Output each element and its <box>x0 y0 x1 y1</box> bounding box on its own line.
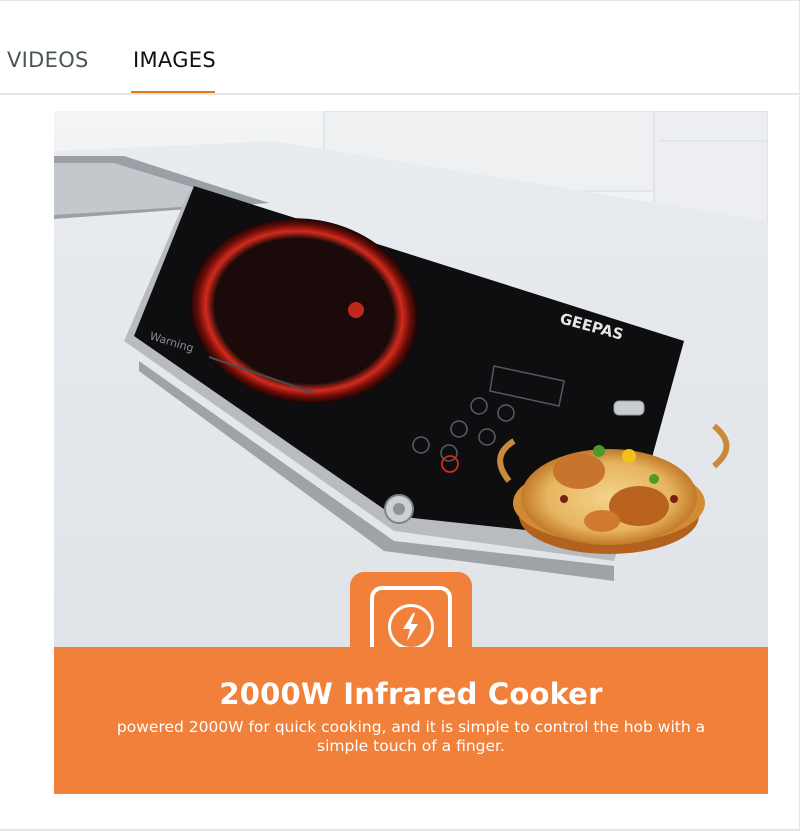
feature-description: powered 2000W for quick cooking, and it … <box>116 718 706 755</box>
tabs-divider <box>0 93 800 95</box>
product-image[interactable]: Warning GEEPAS 2000W Infrared Cooker pow… <box>54 111 768 794</box>
tab-videos[interactable]: VIDEOS <box>7 48 89 94</box>
lightning-bolt-icon <box>388 604 434 650</box>
media-tabs: VIDEOS IMAGES <box>0 0 800 95</box>
tab-images[interactable]: IMAGES <box>133 48 216 94</box>
feature-headline: 2000W Infrared Cooker <box>219 677 603 711</box>
